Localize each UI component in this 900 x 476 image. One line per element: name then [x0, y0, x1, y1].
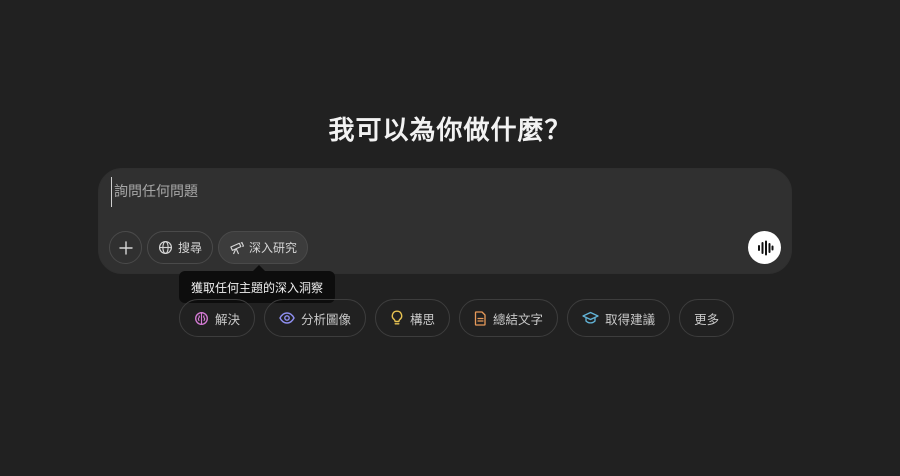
- deep-research-button[interactable]: 深入研究: [218, 231, 309, 264]
- suggestion-summarize-text[interactable]: 總結文字: [459, 299, 559, 337]
- lightbulb-icon: [391, 310, 403, 325]
- suggestion-label: 分析圖像: [301, 311, 352, 327]
- deep-research-button-label: 深入研究: [249, 241, 298, 255]
- suggestion-label: 解決: [215, 311, 241, 327]
- suggestion-get-advice[interactable]: 取得建議: [567, 299, 671, 337]
- search-button[interactable]: 搜尋: [147, 231, 214, 264]
- voice-mode-button[interactable]: [748, 231, 781, 264]
- composer-toolbar: 搜尋 深入研究: [109, 231, 309, 265]
- voice-waveform-icon: [757, 240, 773, 255]
- plus-icon: [118, 240, 133, 255]
- suggestion-label: 構思: [410, 311, 436, 327]
- suggestion-label: 更多: [694, 311, 720, 327]
- add-attachment-button[interactable]: [109, 231, 142, 264]
- search-button-label: 搜尋: [178, 241, 203, 255]
- eye-icon: [279, 312, 295, 324]
- graduation-cap-icon: [582, 311, 599, 324]
- globe-icon: [158, 240, 173, 255]
- suggestion-more[interactable]: 更多: [679, 299, 735, 337]
- chat-home: 我可以為你做什麼？ 搜尋: [0, 0, 900, 476]
- prompt-input[interactable]: [111, 177, 751, 207]
- suggestion-analyze-image[interactable]: 分析圖像: [264, 299, 367, 337]
- prompt-composer: 搜尋 深入研究: [98, 168, 792, 274]
- suggestion-label: 總結文字: [493, 311, 544, 327]
- suggestion-chips: 解決 分析圖像 構思 總結文字 取得建議 更多: [179, 299, 735, 337]
- brain-icon: [195, 311, 208, 325]
- suggestion-solve[interactable]: 解決: [179, 299, 256, 337]
- page-title: 我可以為你做什麼？: [328, 116, 572, 146]
- suggestion-label: 取得建議: [605, 311, 656, 327]
- suggestion-brainstorm[interactable]: 構思: [375, 299, 451, 337]
- document-icon: [474, 310, 486, 326]
- telescope-icon: [230, 241, 245, 255]
